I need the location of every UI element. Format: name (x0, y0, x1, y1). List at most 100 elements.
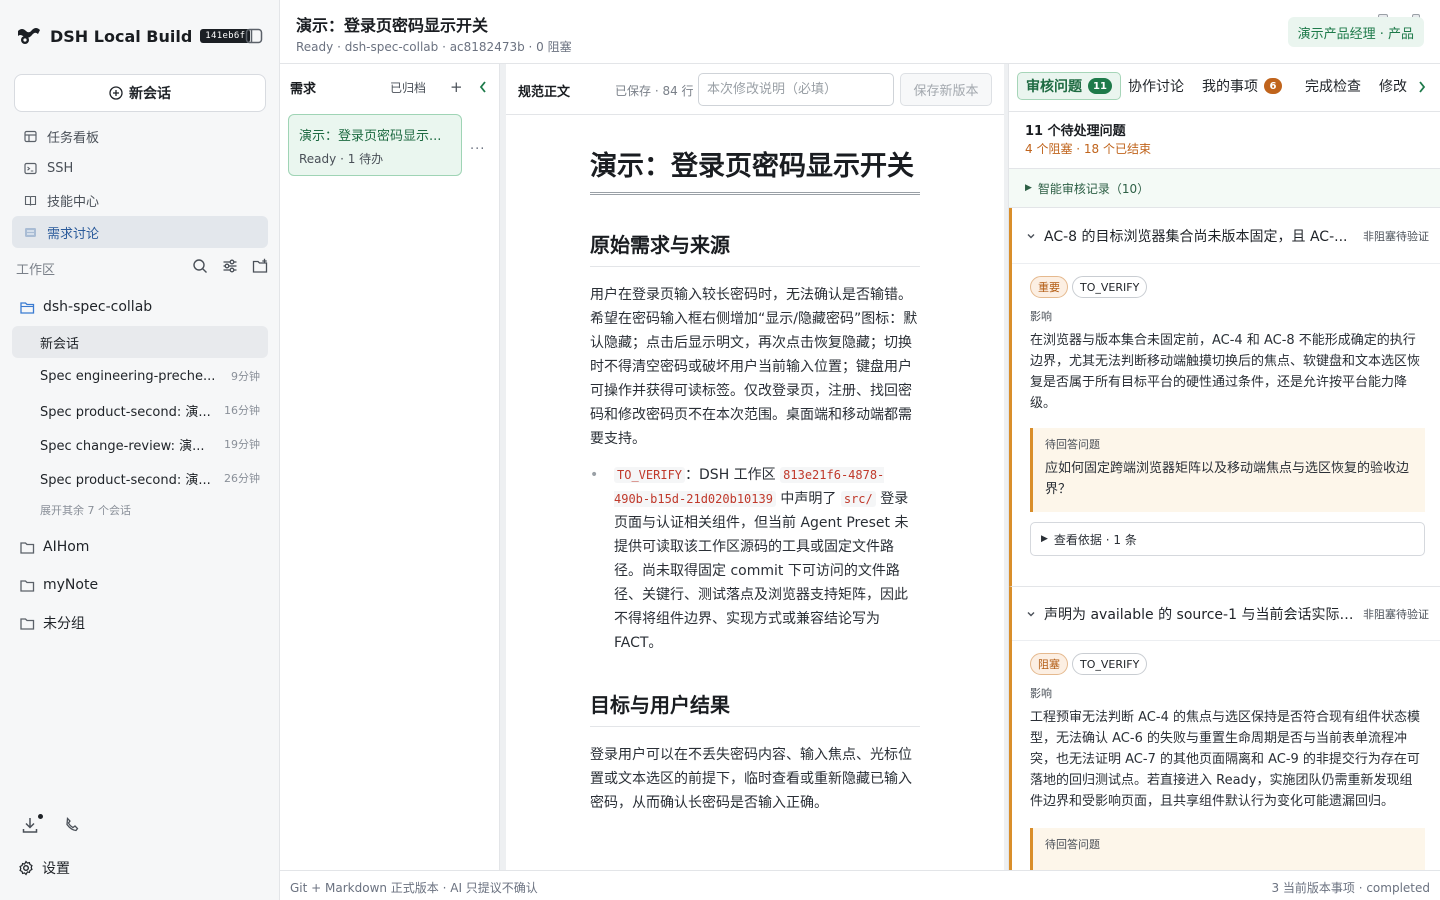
requirements-panel: 需求 已归档 + 演示：登录页密码显示... Ready · 1 待办 ··· (280, 64, 500, 870)
archived-button[interactable]: 已归档 (390, 79, 426, 96)
change-note-input[interactable] (698, 73, 894, 106)
my-items-badge: 6 (1264, 78, 1282, 94)
tab-label: 完成检查 (1305, 79, 1361, 95)
tab-review-issues[interactable]: 审核问题 11 (1017, 72, 1121, 100)
spec-toolbar: 规范正文 已保存 · 84 行 保存新版本 (506, 64, 1004, 115)
nav-task-board[interactable]: 任务看板 (12, 120, 268, 152)
nav-requirements[interactable]: 需求讨论 (12, 216, 268, 248)
save-version-button[interactable]: 保存新版本 (900, 73, 992, 106)
review-panel: 审核问题 11 协作讨论 我的事项 6 完成检查 修改 11 个待处理问题 4 … (1008, 64, 1440, 870)
tab-label: 我的事项 (1202, 79, 1258, 95)
build-badge: 141eb6f (200, 29, 251, 43)
severity-tag: 重要 (1030, 276, 1068, 298)
new-chat-button[interactable]: 新会话 (14, 74, 266, 112)
conversation-item[interactable]: Spec change-review: 演... 19分钟 (12, 428, 268, 460)
requirement-card-status: Ready · 1 待办 (299, 152, 384, 166)
pending-summary-title: 11 个待处理问题 (1025, 124, 1126, 139)
conversation-title: 新会话 (40, 336, 80, 352)
folder-name: 未分组 (43, 616, 85, 632)
folder-ungrouped[interactable]: 未分组 (12, 608, 268, 638)
impact-text: 在浏览器与版本集合未固定前，AC-4 和 AC-8 不能形成确定的执行边界，尤其… (1030, 333, 1421, 411)
doc-list-item-text: TO_VERIFY ：DSH 工作区 813e21f6-4878-490b-b15… (614, 463, 920, 655)
view-evidence-toggle[interactable]: ▶ 查看依据 · 1 条 (1030, 522, 1425, 556)
conversation-title: Spec change-review: 演... (40, 438, 205, 454)
collapse-chevron-left-icon[interactable] (478, 80, 488, 94)
project-name: dsh-spec-collab (43, 299, 153, 315)
spec-title: 规范正文 (518, 85, 571, 100)
tab-completion-check[interactable]: 完成检查 (1305, 72, 1361, 100)
status-footer: Git + Markdown 正式版本 · AI 只提议不确认 3 当前版本事项… (280, 870, 1440, 900)
download-icon[interactable] (20, 815, 40, 835)
new-chat-label: 新会话 (129, 86, 171, 102)
issue-card: 声明为 available 的 source-1 与当前会话实际可... 非阻塞… (1009, 586, 1440, 870)
conversation-title: Spec product-second: 演... (40, 404, 211, 420)
tab-collaboration[interactable]: 协作讨论 (1128, 72, 1184, 100)
verify-tag: TO_VERIFY (1072, 276, 1148, 298)
severity-tag: 阻塞 (1030, 653, 1068, 675)
requirement-card[interactable]: 演示：登录页密码显示... Ready · 1 待办 (288, 114, 462, 176)
conversation-item[interactable]: 新会话 (12, 326, 268, 358)
workspace-header: 工作区 (16, 256, 268, 280)
folder-aihom[interactable]: AIHom (12, 532, 268, 562)
requirement-card-title: 演示：登录页密码显示... (299, 129, 442, 144)
settings-button[interactable]: 设置 (18, 858, 70, 878)
add-requirement-button[interactable]: + (450, 78, 463, 96)
phone-icon[interactable] (62, 815, 82, 835)
spec-document[interactable]: 演示：登录页密码显示开关 原始需求与来源 用户在登录页输入较长密码时，无法确认是… (590, 148, 920, 815)
nav-label: 需求讨论 (47, 226, 100, 242)
tabs-next-chevron-icon[interactable] (1417, 80, 1427, 94)
tab-changes[interactable]: 修改 (1379, 72, 1407, 100)
doc-title: 演示：登录页密码显示开关 (590, 148, 920, 195)
conversation-item[interactable]: Spec product-second: 演... 16分钟 (12, 394, 268, 426)
brand: DSH Local Build 141eb6f (16, 22, 251, 50)
role-chip[interactable]: 演示产品经理 · 产品 (1287, 17, 1424, 47)
search-icon[interactable] (192, 258, 208, 274)
expand-more-conversations[interactable]: 展开其余 7 个会话 (40, 502, 131, 518)
conversation-item[interactable]: Spec product-second: 演... 26分钟 (12, 462, 268, 494)
spec-editor: 规范正文 已保存 · 84 行 保存新版本 演示：登录页密码显示开关 原始需求与… (506, 64, 1004, 870)
conversation-item[interactable]: Spec engineering-preche... 9分钟 (12, 360, 268, 392)
workspace-label: 工作区 (16, 262, 56, 278)
caret-right-icon: ▶ (1025, 183, 1032, 193)
evidence-label: 查看依据 · 1 条 (1053, 532, 1137, 547)
conversation-title: Spec product-second: 演... (40, 472, 211, 488)
page-subtitle: Ready · dsh-spec-collab · ac8182473b · 0… (296, 40, 572, 54)
requirements-title: 需求 (290, 81, 317, 97)
issue-status: 非阻塞待验证 (1363, 229, 1429, 243)
pending-summary-subtitle: 4 个阻塞 · 18 个已结束 (1025, 142, 1151, 156)
caret-right-icon: ▶ (1041, 534, 1048, 544)
folder-open-icon (20, 301, 35, 314)
list-icon (24, 226, 37, 239)
folder-mynote[interactable]: myNote (12, 570, 268, 600)
ai-audit-log-toggle[interactable]: ▶ 智能审核记录（10） (1009, 168, 1440, 208)
notification-dot (38, 814, 43, 819)
question-label: 待回答问题 (1045, 438, 1100, 451)
source-path: src/ (840, 491, 876, 507)
verify-tag: TO_VERIFY (1072, 653, 1148, 675)
new-folder-icon[interactable] (252, 258, 268, 274)
requirement-more-icon[interactable]: ··· (470, 142, 485, 157)
project-folder[interactable]: dsh-spec-collab (12, 292, 268, 322)
text-run: 中声明了 (775, 491, 841, 507)
question-label: 待回答问题 (1045, 838, 1100, 851)
nav-label: 技能中心 (47, 194, 100, 210)
page-title: 演示：登录页密码显示开关 (296, 16, 489, 35)
issue-header[interactable]: 声明为 available 的 source-1 与当前会话实际可... 非阻塞… (1012, 587, 1440, 641)
issue-title: AC-8 的目标浏览器集合尚未版本固定，且 AC-... (1044, 228, 1348, 245)
filter-sliders-icon[interactable] (222, 258, 238, 274)
logo-icon (16, 25, 42, 47)
tab-my-items[interactable]: 我的事项 6 (1202, 72, 1282, 100)
conversation-title: Spec engineering-preche... (40, 368, 216, 384)
issue-header[interactable]: AC-8 的目标浏览器集合尚未版本固定，且 AC-... 非阻塞待验证 (1012, 208, 1440, 264)
doc-list-item: • TO_VERIFY ：DSH 工作区 813e21f6-4878-490b-b… (590, 463, 920, 655)
impact-text: 工程预审无法判断 AC-4 的焦点与选区保持是否符合现有组件状态模型，无法确认 … (1030, 710, 1420, 809)
nav-ssh[interactable]: SSH (12, 152, 268, 184)
text-run: 登录页面与认证相关组件，但当前 Agent Preset 未提供可读取该工作区源… (614, 491, 909, 651)
sidebar-toggle-icon[interactable] (244, 26, 264, 46)
conversation-time: 9分钟 (231, 370, 260, 383)
terminal-icon (24, 162, 37, 175)
doc-heading-source: 原始需求与来源 (590, 229, 920, 267)
nav-skill-center[interactable]: 技能中心 (12, 184, 268, 216)
save-status: 已保存 · 84 行 (615, 84, 694, 98)
conversation-time: 26分钟 (224, 472, 260, 485)
